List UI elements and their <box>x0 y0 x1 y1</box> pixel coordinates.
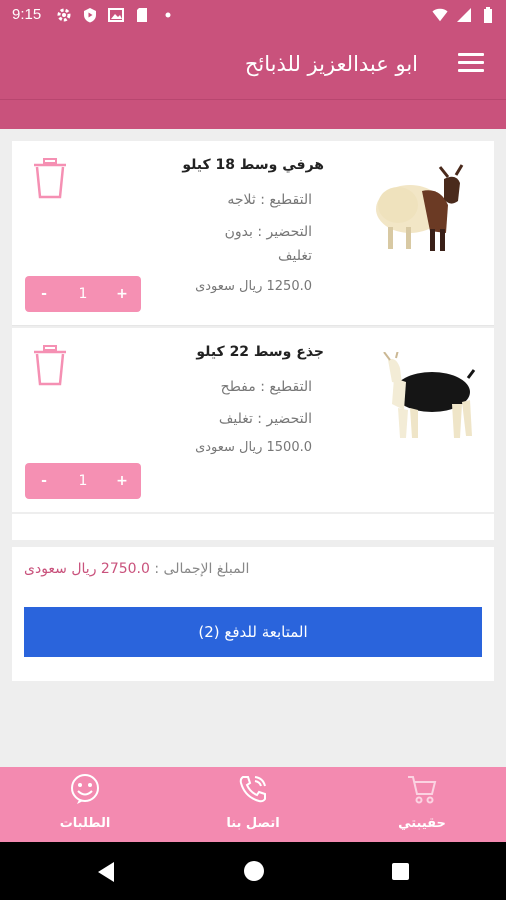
increment-button[interactable]: + <box>103 473 141 489</box>
divider <box>12 325 494 326</box>
trash-icon[interactable] <box>32 344 68 386</box>
home-icon[interactable] <box>244 861 264 881</box>
quantity-value: 1 <box>78 473 88 489</box>
total-label: المبلغ الإجمالى : <box>154 561 250 577</box>
system-nav-bar <box>0 842 506 900</box>
total-card: المبلغ الإجمالى : 2750.0 ريال سعودى المت… <box>12 547 494 681</box>
decrement-button[interactable]: - <box>25 473 63 489</box>
sheep-image <box>370 161 482 257</box>
signal-icon <box>456 7 472 23</box>
trash-icon[interactable] <box>32 157 68 199</box>
nav-orders[interactable]: الطلبات <box>25 767 145 842</box>
play-protect-icon <box>82 7 98 23</box>
menu-icon[interactable] <box>458 53 484 75</box>
status-time: 9:15 <box>12 6 42 23</box>
recents-icon[interactable] <box>392 863 409 880</box>
cart-item: هرفي وسط 18 كيلو التقطيع : ثلاجه التحضير… <box>12 141 494 325</box>
dot-icon <box>160 7 176 23</box>
increment-button[interactable]: + <box>103 286 141 302</box>
total-value: 2750.0 ريال سعودى <box>24 561 150 577</box>
item-cutting: التقطيع : ثلاجه <box>227 192 312 208</box>
item-cutting: التقطيع : مفطح <box>220 379 312 395</box>
phone-icon <box>237 773 269 805</box>
nav-contact[interactable]: اتصل بنا <box>193 767 313 842</box>
quantity-value: 1 <box>78 286 88 302</box>
quantity-stepper: - 1 + <box>25 276 141 312</box>
app-title: ابو عبدالعزيز للذبائح <box>244 52 418 76</box>
decrement-button[interactable]: - <box>25 286 63 302</box>
orders-icon <box>69 773 101 805</box>
item-preparation: التحضير : بدون <box>224 224 312 240</box>
cart-icon <box>406 773 438 805</box>
checkout-button[interactable]: المتابعة للدفع (2) <box>24 607 482 657</box>
item-title: هرفي وسط 18 كيلو <box>182 157 324 173</box>
nav-contact-label: اتصل بنا <box>226 816 280 831</box>
list-footer <box>12 514 494 540</box>
battery-icon <box>480 7 496 23</box>
nav-orders-label: الطلبات <box>59 816 111 831</box>
item-price: 1250.0 ريال سعودى <box>195 279 312 294</box>
item-preparation: التحضير : تغليف <box>218 411 312 427</box>
app-bar-extension <box>0 99 506 129</box>
settings-icon <box>56 7 72 23</box>
nav-cart-label: حقيبتي <box>398 816 446 831</box>
item-preparation-cont: تغليف <box>277 248 312 264</box>
image-icon <box>108 7 124 23</box>
quantity-stepper: - 1 + <box>25 463 141 499</box>
item-price: 1500.0 ريال سعودى <box>195 440 312 455</box>
goat-image <box>370 349 482 448</box>
item-title: جذع وسط 22 كيلو <box>196 344 324 360</box>
wifi-icon <box>432 7 448 23</box>
cart-item: جذع وسط 22 كيلو التقطيع : مفطح التحضير :… <box>12 328 494 512</box>
bottom-nav: الطلبات اتصل بنا حقيبتي <box>0 767 506 842</box>
nav-cart[interactable]: حقيبتي <box>362 767 482 842</box>
status-notification-icons <box>56 7 176 23</box>
total-line: المبلغ الإجمالى : 2750.0 ريال سعودى <box>24 561 249 577</box>
back-icon[interactable] <box>96 861 116 883</box>
status-system-icons <box>432 7 496 23</box>
app-bar: ابو عبدالعزيز للذبائح <box>0 33 506 99</box>
sd-card-icon <box>134 7 150 23</box>
status-bar: 9:15 <box>0 0 506 33</box>
